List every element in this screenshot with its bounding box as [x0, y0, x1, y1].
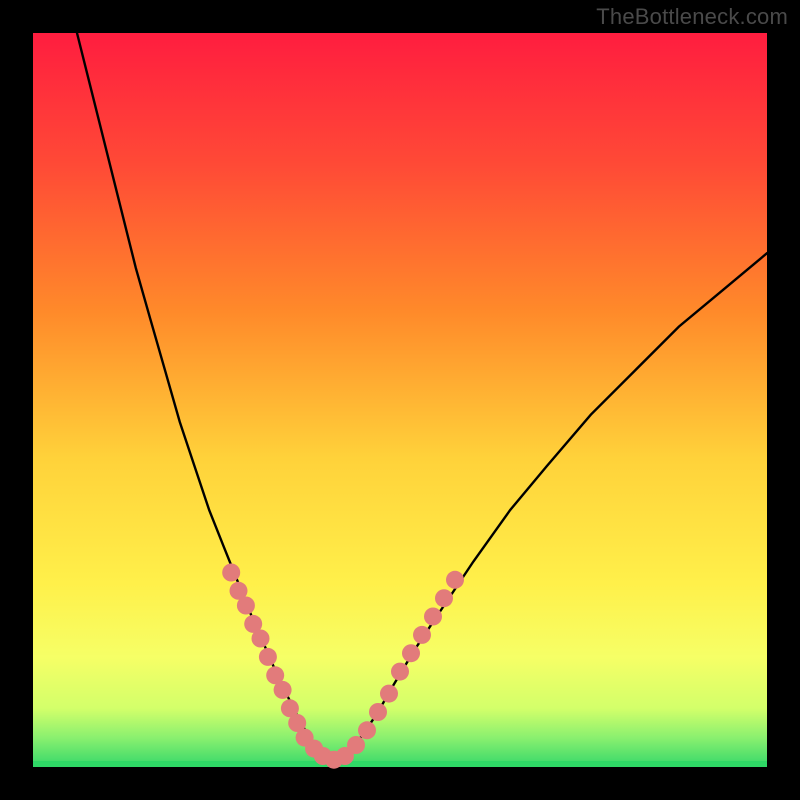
chart-stage: TheBottleneck.com: [0, 0, 800, 800]
curve-marker: [446, 571, 464, 589]
curve-marker: [369, 703, 387, 721]
curve-marker: [358, 721, 376, 739]
watermark-text: TheBottleneck.com: [596, 4, 788, 30]
curve-marker: [237, 597, 255, 615]
curve-marker: [380, 685, 398, 703]
curve-marker: [402, 644, 420, 662]
curve-marker: [435, 589, 453, 607]
curve-marker: [222, 564, 240, 582]
gradient-background: [33, 33, 767, 767]
green-bottom-strip: [33, 761, 767, 767]
curve-marker: [274, 681, 292, 699]
curve-marker: [259, 648, 277, 666]
curve-marker: [413, 626, 431, 644]
bottleneck-chart: [0, 0, 800, 800]
curve-marker: [347, 736, 365, 754]
curve-marker: [252, 630, 270, 648]
curve-marker: [391, 663, 409, 681]
curve-marker: [424, 608, 442, 626]
